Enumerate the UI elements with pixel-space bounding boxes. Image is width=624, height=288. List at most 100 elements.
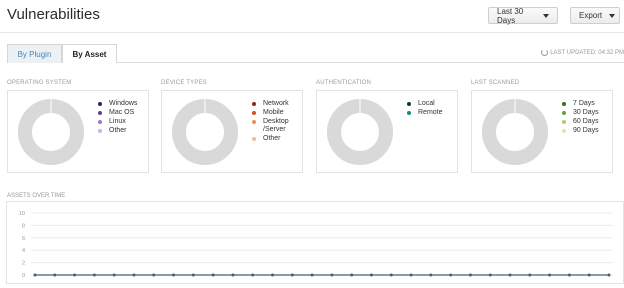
data-point[interactable] xyxy=(152,273,156,277)
data-point[interactable] xyxy=(429,273,433,277)
legend-item[interactable]: 30 Days xyxy=(562,109,599,117)
legend-label: Windows xyxy=(109,100,138,107)
y-tick-label: 0 xyxy=(22,273,25,279)
legend-item[interactable]: Linux xyxy=(98,118,137,126)
data-point[interactable] xyxy=(508,273,512,277)
y-tick-label: 8 xyxy=(22,223,25,229)
chart-grid xyxy=(31,212,613,276)
legend-item[interactable]: Mobile xyxy=(252,109,297,117)
legend-label: Mac OS xyxy=(109,109,135,116)
last-scanned-donut[interactable] xyxy=(480,97,550,167)
export-dropdown[interactable]: Export xyxy=(570,7,620,24)
legend-label: 7 Days xyxy=(573,100,595,107)
assets-over-time-chart: 10 8 6 4 2 0 xyxy=(6,201,624,284)
legend-label: Local xyxy=(418,100,435,107)
legend-item[interactable]: Desktop /Server xyxy=(252,118,297,134)
legend-label: Remote xyxy=(418,109,443,116)
legend-label: 90 Days xyxy=(573,127,599,134)
legend-label: Network xyxy=(263,100,289,107)
legend-dot xyxy=(562,120,566,124)
panel-title-last-scanned: LAST SCANNED xyxy=(471,80,520,86)
legend-item[interactable]: Mac OS xyxy=(98,109,137,117)
legend-label: Linux xyxy=(109,118,126,125)
data-point[interactable] xyxy=(548,273,552,277)
data-point[interactable] xyxy=(607,273,611,277)
legend-dot xyxy=(407,111,411,115)
date-range-dropdown[interactable]: Last 30 Days xyxy=(488,7,558,25)
legend-item[interactable]: Local xyxy=(407,100,443,108)
legend-item[interactable]: Other xyxy=(98,127,137,135)
y-tick-label: 2 xyxy=(22,261,25,267)
tab-divider xyxy=(117,62,624,63)
legend-item[interactable]: Remote xyxy=(407,109,443,117)
authentication-donut[interactable] xyxy=(325,97,395,167)
panel-title-device-types: DEVICE TYPES xyxy=(161,80,207,86)
data-point[interactable] xyxy=(468,273,472,277)
legend-dot xyxy=(98,129,102,133)
tab-by-plugin[interactable]: By Plugin xyxy=(7,44,62,63)
data-point[interactable] xyxy=(290,273,294,277)
data-point[interactable] xyxy=(231,273,235,277)
data-point[interactable] xyxy=(310,273,314,277)
operating-system-donut[interactable] xyxy=(16,97,86,167)
legend-label: Other xyxy=(263,135,281,142)
legend-dot xyxy=(252,102,256,106)
data-point[interactable] xyxy=(73,273,77,277)
authentication-card: Local Remote xyxy=(316,90,458,173)
data-point[interactable] xyxy=(528,273,532,277)
legend-item[interactable]: 90 Days xyxy=(562,127,599,135)
data-point[interactable] xyxy=(251,273,255,277)
legend-item[interactable]: Other xyxy=(252,135,297,143)
last-updated: LAST UPDATED: 04:32 PM xyxy=(541,49,624,56)
data-point[interactable] xyxy=(567,273,571,277)
legend-label: 60 Days xyxy=(573,118,599,125)
data-point[interactable] xyxy=(112,273,116,277)
legend-dot xyxy=(562,111,566,115)
data-point[interactable] xyxy=(191,273,195,277)
legend-dot xyxy=(98,120,102,124)
data-point[interactable] xyxy=(409,273,413,277)
legend-label: Other xyxy=(109,127,127,134)
legend-dot xyxy=(252,137,256,141)
assets-over-time-svg[interactable]: 10 8 6 4 2 0 xyxy=(7,202,623,283)
data-point[interactable] xyxy=(172,273,176,277)
legend-item[interactable]: Windows xyxy=(98,100,137,108)
data-point[interactable] xyxy=(587,273,591,277)
y-tick-label: 4 xyxy=(22,248,25,254)
legend-item[interactable]: Network xyxy=(252,100,297,108)
export-label: Export xyxy=(579,11,603,20)
page-title: Vulnerabilities xyxy=(7,6,100,23)
data-point[interactable] xyxy=(389,273,393,277)
legend-dot xyxy=(252,120,256,124)
data-point[interactable] xyxy=(132,273,136,277)
legend-label: Desktop /Server xyxy=(263,118,289,133)
last-scanned-legend: 7 Days 30 Days 60 Days 90 Days xyxy=(562,100,599,136)
data-point[interactable] xyxy=(92,273,96,277)
last-updated-text: LAST UPDATED: 04:32 PM xyxy=(550,49,624,56)
panel-title-operating-system: OPERATING SYSTEM xyxy=(7,80,72,86)
legend-label: 30 Days xyxy=(573,109,599,116)
legend-dot xyxy=(407,102,411,106)
legend-item[interactable]: 7 Days xyxy=(562,100,599,108)
data-point[interactable] xyxy=(330,273,334,277)
data-point[interactable] xyxy=(369,273,373,277)
tab-by-asset[interactable]: By Asset xyxy=(62,44,117,63)
panel-title-authentication: AUTHENTICATION xyxy=(316,80,372,86)
legend-dot xyxy=(562,102,566,106)
data-point[interactable] xyxy=(33,273,37,277)
refresh-icon[interactable] xyxy=(541,49,549,56)
y-tick-label: 6 xyxy=(22,236,25,242)
operating-system-legend: Windows Mac OS Linux Other xyxy=(98,100,137,136)
legend-dot xyxy=(562,129,566,133)
data-point[interactable] xyxy=(449,273,453,277)
data-point[interactable] xyxy=(53,273,57,277)
data-point[interactable] xyxy=(488,273,492,277)
device-types-legend: Network Mobile Desktop /Server Other xyxy=(252,100,297,144)
data-point[interactable] xyxy=(211,273,215,277)
tab-label: By Asset xyxy=(72,49,107,59)
authentication-legend: Local Remote xyxy=(407,100,443,118)
device-types-donut[interactable] xyxy=(170,97,240,167)
data-point[interactable] xyxy=(350,273,354,277)
legend-item[interactable]: 60 Days xyxy=(562,118,599,126)
data-point[interactable] xyxy=(271,273,275,277)
